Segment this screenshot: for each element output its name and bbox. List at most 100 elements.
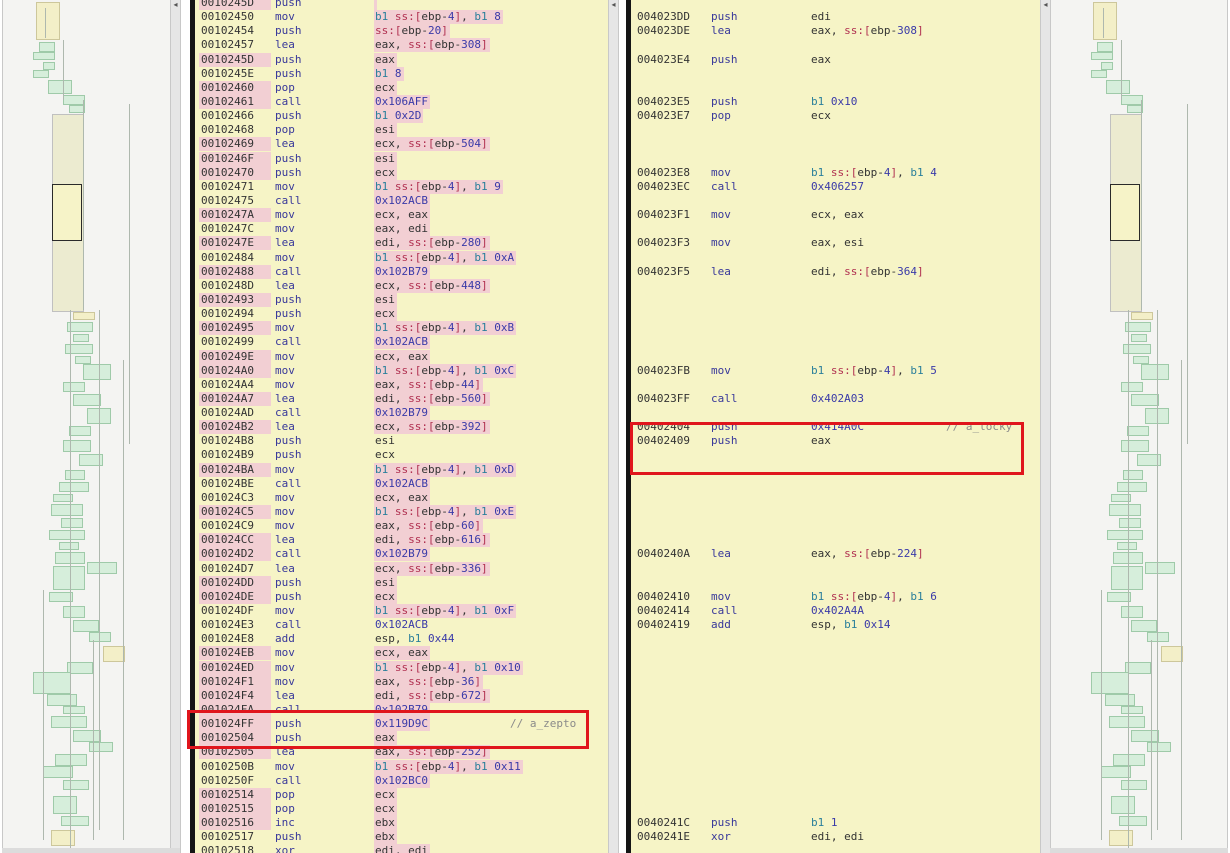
instruction-operand[interactable]: 0x406257 bbox=[810, 180, 866, 194]
instruction-address[interactable]: 001024DD bbox=[199, 575, 271, 590]
instruction-operand[interactable]: ecx, ss:[ebp-336] bbox=[374, 561, 490, 576]
instruction-address[interactable]: 001024A0 bbox=[199, 363, 271, 378]
instruction-address[interactable]: 001024D7 bbox=[199, 562, 254, 576]
asm-row[interactable]: 001024BE call 0x102ACB bbox=[195, 476, 613, 491]
instruction-address[interactable]: 001024C3 bbox=[199, 491, 254, 505]
instruction-operand[interactable]: ebx bbox=[374, 816, 397, 831]
asm-row[interactable]: 00102470 push ecx bbox=[195, 165, 613, 180]
asm-row[interactable]: 001024F4 lea edi, ss:[ebp-672] bbox=[195, 688, 613, 703]
instruction-address[interactable]: 0010245D bbox=[199, 0, 271, 10]
asm-row[interactable]: 0010247E lea edi, ss:[ebp-280] bbox=[195, 236, 613, 251]
asm-row[interactable]: 001024AD call 0x102B79 bbox=[195, 406, 613, 421]
instruction-address[interactable]: 004023E4 bbox=[635, 53, 690, 67]
instruction-address[interactable]: 001024B2 bbox=[199, 420, 271, 435]
asm-row[interactable]: 00102457 lea eax, ss:[ebp-308] bbox=[195, 38, 613, 53]
instruction-address[interactable]: 00102514 bbox=[199, 787, 271, 802]
instruction-address[interactable]: 00102470 bbox=[199, 165, 271, 180]
asm-row[interactable]: 0010245E push b1 8 bbox=[195, 66, 613, 81]
instruction-operand[interactable]: b1 0x2D bbox=[374, 109, 424, 124]
instruction-operand[interactable]: eax, ss:[ebp-60] bbox=[374, 519, 483, 534]
instruction-operand[interactable]: b1 ss:[ebp-4], b1 0xA bbox=[374, 250, 517, 265]
instruction-operand[interactable]: 0x102ACB bbox=[374, 618, 430, 632]
instruction-operand[interactable]: edi bbox=[810, 10, 833, 24]
asm-row[interactable]: 00102466 push b1 0x2D bbox=[195, 109, 613, 124]
instruction-address[interactable]: 004023E8 bbox=[635, 166, 690, 180]
instruction-address[interactable]: 001024BE bbox=[199, 477, 254, 491]
instruction-operand[interactable]: eax, ss:[ebp-308] bbox=[810, 24, 926, 38]
instruction-address[interactable]: 001024C5 bbox=[199, 505, 271, 520]
instruction-address[interactable]: 001024ED bbox=[199, 660, 271, 675]
asm-row[interactable]: 0010248D lea ecx, ss:[ebp-448] bbox=[195, 278, 613, 293]
left-overview-scrollbar[interactable]: ◂ bbox=[170, 0, 181, 853]
asm-row[interactable]: 004023FF call 0x402A03 bbox=[631, 392, 1053, 406]
right-overview-hscroll[interactable] bbox=[1050, 848, 1228, 853]
instruction-operand[interactable]: edi, ss:[ebp-364] bbox=[810, 265, 926, 279]
instruction-operand[interactable]: ecx bbox=[374, 801, 397, 816]
asm-row[interactable]: 00102499 call 0x102ACB bbox=[195, 335, 613, 350]
instruction-address[interactable]: 001024B8 bbox=[199, 434, 254, 448]
instruction-operand[interactable]: ecx bbox=[374, 165, 397, 180]
instruction-address[interactable]: 001024EB bbox=[199, 646, 271, 661]
asm-row[interactable]: 00102493 push esi bbox=[195, 292, 613, 307]
instruction-address[interactable]: 001024A7 bbox=[199, 391, 271, 406]
instruction-address[interactable]: 00102499 bbox=[199, 335, 254, 349]
scroll-up-arrow-icon[interactable]: ◂ bbox=[1041, 0, 1050, 10]
instruction-operand[interactable]: b1 ss:[ebp-4], b1 6 bbox=[810, 590, 939, 604]
instruction-operand[interactable]: b1 0x10 bbox=[810, 95, 859, 109]
asm-row[interactable]: 0010246F push esi bbox=[195, 151, 613, 166]
instruction-operand[interactable]: eax, ss:[ebp-44] bbox=[374, 377, 483, 392]
instruction-operand[interactable]: b1 ss:[ebp-4], b1 0x10 bbox=[374, 660, 523, 675]
instruction-address[interactable]: 00102515 bbox=[199, 801, 271, 816]
instruction-operand[interactable]: esi bbox=[374, 575, 397, 590]
asm-row[interactable]: 001024DE push ecx bbox=[195, 589, 613, 604]
asm-row[interactable]: 004023E7 pop ecx bbox=[631, 109, 1053, 123]
instruction-operand[interactable]: 0x102B79 bbox=[374, 264, 430, 279]
asm-row[interactable]: 00102460 pop ecx bbox=[195, 80, 613, 95]
instruction-address[interactable]: 00402419 bbox=[635, 618, 690, 632]
overview-viewport-indicator[interactable] bbox=[1110, 184, 1140, 241]
asm-row[interactable]: 001024D2 call 0x102B79 bbox=[195, 547, 613, 562]
instruction-operand[interactable]: ecx, ss:[ebp-504] bbox=[374, 137, 490, 152]
instruction-operand[interactable]: ecx bbox=[374, 80, 397, 95]
asm-row[interactable]: 001024DF mov b1 ss:[ebp-4], b1 0xF bbox=[195, 604, 613, 619]
instruction-operand[interactable]: 0x102BC0 bbox=[374, 773, 430, 788]
instruction-operand[interactable]: b1 ss:[ebp-4], b1 0xB bbox=[374, 321, 517, 336]
asm-row[interactable]: 00102468 pop esi bbox=[195, 123, 613, 138]
instruction-address[interactable]: 00102493 bbox=[199, 292, 271, 307]
asm-row[interactable]: 001024C3 mov ecx, eax bbox=[195, 490, 613, 505]
instruction-operand[interactable]: edi, edi bbox=[810, 830, 866, 844]
left-function-graph-overview[interactable] bbox=[2, 0, 171, 848]
instruction-address[interactable]: 0010249E bbox=[199, 349, 271, 364]
asm-row[interactable]: 001024EB mov ecx, eax bbox=[195, 646, 613, 661]
asm-row[interactable]: 0010247C mov eax, edi bbox=[195, 222, 613, 237]
asm-row[interactable]: 00102514 pop ecx bbox=[195, 787, 613, 802]
instruction-address[interactable]: 0010245D bbox=[199, 52, 271, 67]
instruction-address[interactable]: 00102495 bbox=[199, 321, 271, 336]
instruction-operand[interactable]: ecx, eax bbox=[374, 490, 430, 505]
asm-row[interactable]: 00102494 push ecx bbox=[195, 307, 613, 322]
instruction-address[interactable]: 00102457 bbox=[199, 38, 254, 52]
instruction-address[interactable]: 00102469 bbox=[199, 137, 271, 152]
asm-row[interactable]: 00102484 mov b1 ss:[ebp-4], b1 0xA bbox=[195, 250, 613, 265]
instruction-operand[interactable]: b1 ss:[ebp-4], b1 0xE bbox=[374, 505, 517, 520]
asm-row[interactable]: 0010245D push eax bbox=[195, 52, 613, 67]
instruction-address[interactable]: 001024E3 bbox=[199, 618, 254, 632]
instruction-operand[interactable] bbox=[374, 0, 377, 10]
instruction-operand[interactable]: 0x102B79 bbox=[374, 406, 430, 421]
instruction-address[interactable]: 00102460 bbox=[199, 80, 271, 95]
instruction-operand[interactable]: ecx, ss:[ebp-448] bbox=[374, 278, 490, 293]
instruction-address[interactable]: 00102454 bbox=[199, 24, 254, 38]
asm-row[interactable]: 004023F1 mov ecx, eax bbox=[631, 208, 1053, 222]
instruction-operand[interactable]: b1 ss:[ebp-4], b1 8 bbox=[374, 10, 503, 25]
instruction-address[interactable]: 001024F1 bbox=[199, 674, 271, 689]
instruction-operand[interactable]: eax, ss:[ebp-224] bbox=[810, 547, 926, 561]
instruction-operand[interactable]: b1 ss:[ebp-4], b1 0x11 bbox=[374, 759, 523, 774]
asm-row[interactable]: 001024DD push esi bbox=[195, 575, 613, 590]
instruction-address[interactable]: 0040241C bbox=[635, 816, 690, 830]
instruction-address[interactable]: 0010247E bbox=[199, 236, 271, 251]
asm-row[interactable]: 001024A4 mov eax, ss:[ebp-44] bbox=[195, 377, 613, 392]
instruction-address[interactable]: 0040240A bbox=[635, 547, 690, 561]
asm-row[interactable]: 0040241E xor edi, edi bbox=[631, 830, 1053, 844]
asm-row[interactable]: 00102469 lea ecx, ss:[ebp-504] bbox=[195, 137, 613, 152]
instruction-address[interactable]: 001024C9 bbox=[199, 519, 254, 533]
